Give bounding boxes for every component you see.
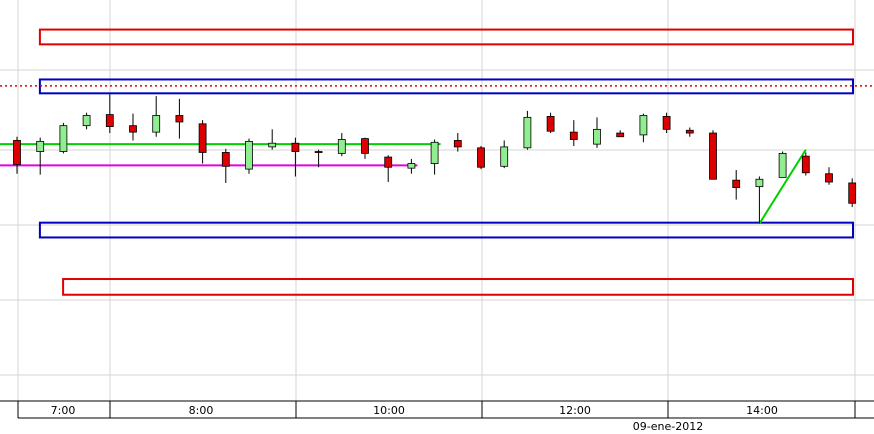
candle-down [477,147,485,168]
candle-down [453,140,462,148]
candle-down [801,155,810,174]
candle-down [384,156,393,168]
candle-down [546,116,555,132]
x-tick-label: 7:00 [51,404,76,417]
candle-up [755,178,764,188]
candle-down [732,179,741,188]
candle-up [245,140,253,170]
candle-up [82,115,91,127]
candle-up [36,140,45,152]
candlestick-chart: 7:00 8:00 10:00 12:00 14:00 09-ene-2012 [0,0,874,434]
candle-up [523,116,532,149]
candle-up [152,115,161,133]
candle-down [105,114,114,127]
time-axis: 7:00 8:00 10:00 12:00 14:00 09-ene-2012 [0,400,874,434]
candle-up [430,141,439,164]
candle-down [825,173,833,183]
candle-up [593,128,601,145]
candle-down [709,132,717,180]
candle-down [848,182,857,204]
x-tick-label: 10:00 [373,404,405,417]
candle-up [268,142,277,148]
candle-down [685,129,694,134]
candle-down [616,132,625,138]
candle-down [662,116,671,130]
x-tick-label: 8:00 [189,404,214,417]
candle-down [291,142,300,152]
candle-down [221,152,230,167]
candle-down [198,123,207,153]
candle-down [361,138,369,154]
x-tick-label: 12:00 [559,404,591,417]
candle-down [13,140,21,165]
candle-down [569,131,578,140]
candle-up [337,139,346,154]
chart-background [0,0,874,434]
candle-down [129,125,137,133]
x-tick-label: 14:00 [746,404,778,417]
candle-up [407,163,416,169]
candle-up [778,152,787,178]
candle-down [314,151,323,153]
candle-up [59,125,68,152]
candle-up [639,115,648,136]
candle-up [500,146,509,167]
date-label: 09-ene-2012 [633,420,703,433]
candle-down [175,115,184,123]
